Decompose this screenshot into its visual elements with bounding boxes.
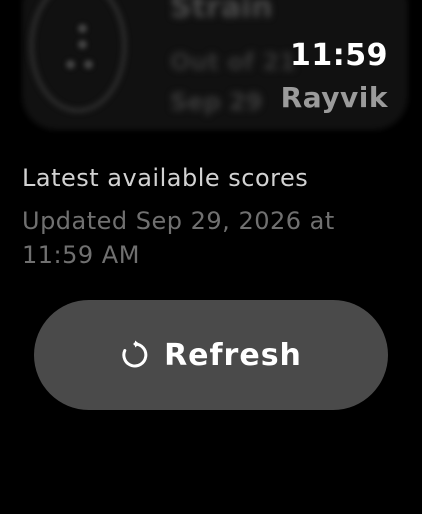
scores-heading: Latest available scores [22, 164, 309, 192]
refresh-icon [120, 340, 150, 370]
background-card-title: Strain [170, 0, 273, 25]
status-bar: 11:59 Rayvik [281, 38, 388, 118]
user-name: Rayvik [280, 81, 388, 114]
clock-time: 11:59 [290, 38, 388, 73]
refresh-button[interactable]: Refresh [34, 300, 388, 410]
updated-timestamp: Updated Sep 29, 2026 at 11:59 AM [22, 207, 335, 269]
strain-dots-icon [62, 24, 102, 84]
background-card-subtitle: Out of 21 [170, 48, 296, 76]
refresh-label: Refresh [164, 337, 302, 373]
background-card-date: Sep 29 [170, 88, 263, 116]
scores-info: Latest available scores Updated Sep 29, … [22, 160, 392, 272]
